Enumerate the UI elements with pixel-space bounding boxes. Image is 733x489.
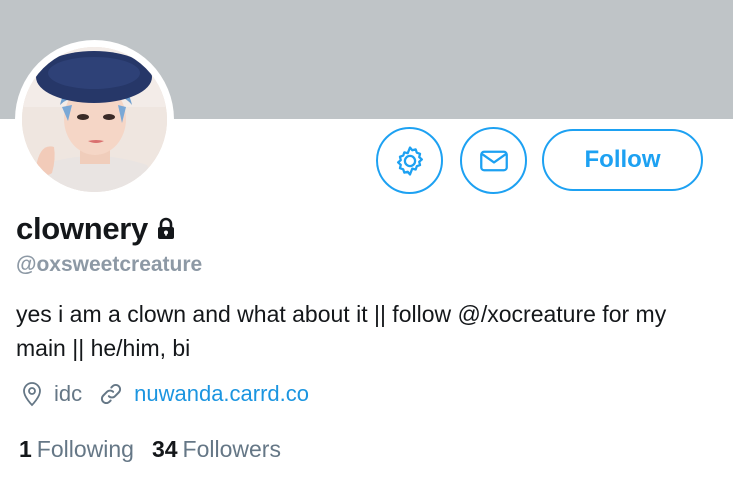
- envelope-icon: [477, 144, 511, 178]
- followers-count: 34: [151, 436, 178, 462]
- lock-icon: [156, 217, 176, 241]
- followers-label: Followers: [182, 436, 281, 462]
- profile-stats: 1 Following 34 Followers: [19, 436, 281, 463]
- link-icon: [98, 381, 124, 407]
- follow-button[interactable]: Follow: [542, 129, 703, 191]
- avatar[interactable]: [22, 47, 167, 192]
- followers-stat[interactable]: 34 Followers: [152, 436, 281, 463]
- profile-website-link[interactable]: nuwanda.carrd.co: [134, 381, 309, 407]
- gear-icon: [393, 144, 427, 178]
- following-label: Following: [36, 436, 134, 462]
- profile-bio: yes i am a clown and what about it || fo…: [16, 301, 667, 361]
- profile-meta: idc nuwanda.carrd.co: [20, 381, 309, 407]
- location-pin-icon: [20, 381, 44, 407]
- profile-location: idc: [54, 381, 83, 406]
- name-row: clownery: [16, 211, 176, 247]
- following-stat[interactable]: 1 Following: [19, 436, 134, 463]
- settings-button[interactable]: [376, 127, 443, 194]
- username-handle: @oxsweetcreature: [16, 253, 203, 276]
- following-count: 1: [19, 436, 32, 462]
- message-button[interactable]: [460, 127, 527, 194]
- display-name[interactable]: clownery: [16, 211, 148, 247]
